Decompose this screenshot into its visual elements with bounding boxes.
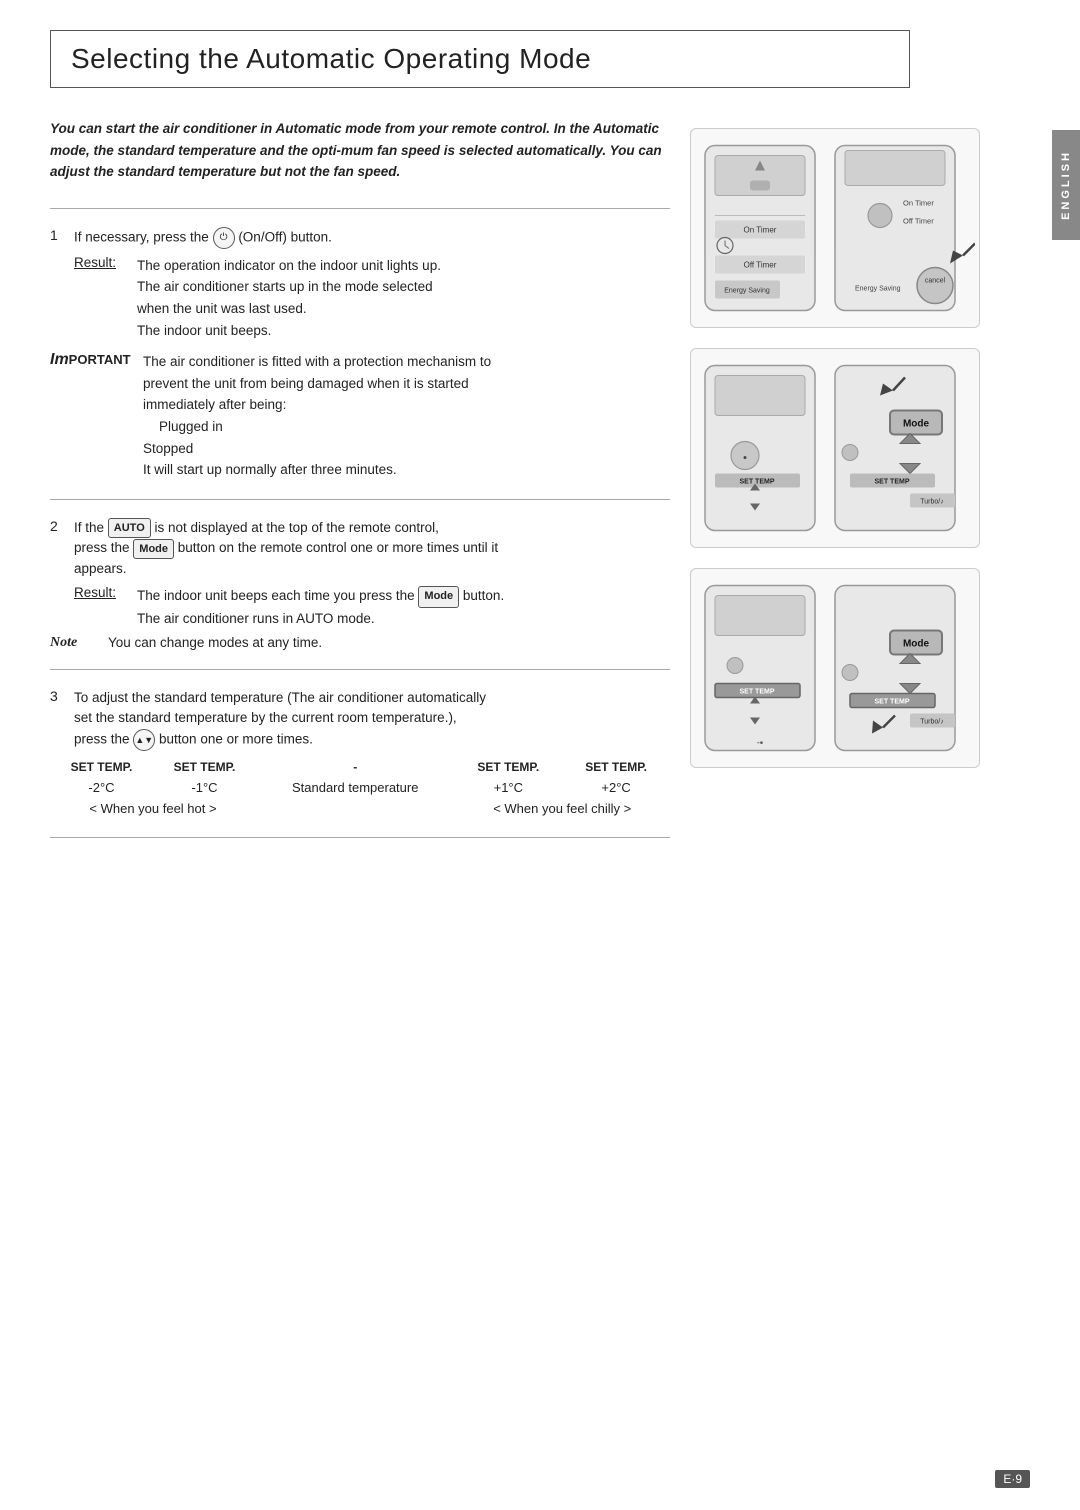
divider-3 [50,669,670,670]
temp-col-2-header: SET TEMP. [153,757,256,777]
auto-btn-inline: AUTO [108,518,151,539]
important-icon: ImPORTANT [50,351,135,369]
step-1-text: If necessary, press the ⏻ (On/Off) butto… [74,227,332,249]
temp-header-row: SET TEMP. SET TEMP. - SET TEMP. SET TEMP… [50,757,670,777]
step-2-number: 2 [50,518,66,534]
svg-text:SET TEMP: SET TEMP [739,689,774,696]
divider-2 [50,499,670,500]
right-column: On Timer Off Timer Energy Saving [690,118,1000,856]
step-1-section: 1 If necessary, press the ⏻ (On/Off) but… [50,227,670,341]
temp-table: SET TEMP. SET TEMP. - SET TEMP. SET TEMP… [50,757,670,819]
remote-2-svg: ● SET TEMP Mode [695,353,975,543]
mode-btn-inline-1: Mode [133,539,174,560]
step-1-number: 1 [50,227,66,243]
svg-text:SET TEMP: SET TEMP [874,479,909,486]
page-container: ENGLISH Selecting the Automatic Operatin… [0,0,1080,1510]
content-area: You can start the air conditioner in Aut… [50,118,1040,856]
step-1-result: Result: The operation indicator on the i… [74,255,670,341]
mode-btn-result: Mode [418,586,459,608]
page-number: E·9 [995,1470,1030,1488]
page-title: Selecting the Automatic Operating Mode [71,43,889,75]
note-text: You can change modes at any time. [108,635,322,650]
intro-paragraph: You can start the air conditioner in Aut… [50,118,670,183]
divider-1 [50,208,670,209]
title-box: Selecting the Automatic Operating Mode [50,30,910,88]
note-label: Note [50,635,100,651]
svg-text:Turbo/♪: Turbo/♪ [920,719,943,726]
svg-text:Off Timer: Off Timer [903,217,934,226]
divider-4 [50,837,670,838]
temp-val-1: -2°C [50,777,153,798]
step-2-row: 2 If the AUTO is not displayed at the to… [50,518,670,580]
svg-text:Energy Saving: Energy Saving [724,288,770,295]
svg-text:On Timer: On Timer [744,226,777,235]
note-block: Note You can change modes at any time. [50,635,670,651]
temp-feel-row: < When you feel hot > < When you feel ch… [50,798,670,819]
svg-text:Energy Saving: Energy Saving [855,286,901,293]
svg-text:Turbo/♪: Turbo/♪ [920,499,943,506]
temp-col-5-header: SET TEMP. [562,757,670,777]
svg-text:●: ● [743,455,747,462]
important-block: ImPORTANT The air conditioner is fitted … [50,351,670,481]
remote-3-svg: SET TEMP -▪ Mode [695,573,975,763]
result-label-2: Result: [74,585,129,629]
temp-col-1-header: SET TEMP. [50,757,153,777]
result-text-1: The operation indicator on the indoor un… [137,255,441,341]
feel-hot: < When you feel hot > [50,798,256,819]
set-temp-icon-inline: ▲▼ [133,729,155,751]
svg-text:Off Timer: Off Timer [744,261,777,270]
onoff-icon-inline: ⏻ [213,227,235,249]
result-text-2: The indoor unit beeps each time you pres… [137,585,504,629]
svg-text:Mode: Mode [903,419,930,430]
step-2-result: Result: The indoor unit beeps each time … [74,585,670,629]
svg-text:cancel: cancel [925,278,946,285]
temp-val-standard: Standard temperature [256,777,454,798]
remote-2-image: ● SET TEMP Mode [690,348,980,548]
step-3-text: To adjust the standard temperature (The … [74,688,486,751]
feel-chilly: < When you feel chilly > [454,798,670,819]
step-3-row: 3 To adjust the standard temperature (Th… [50,688,670,751]
step-1-row: 1 If necessary, press the ⏻ (On/Off) but… [50,227,670,249]
step-2-text: If the AUTO is not displayed at the top … [74,518,498,580]
step-3-section: 3 To adjust the standard temperature (Th… [50,688,670,819]
important-text: The air conditioner is fitted with a pro… [143,351,491,481]
svg-text:SET TEMP: SET TEMP [874,699,909,706]
step-2-section: 2 If the AUTO is not displayed at the to… [50,518,670,651]
svg-text:-▪: -▪ [757,738,763,748]
step-3-number: 3 [50,688,66,704]
temp-value-row: -2°C -1°C Standard temperature +1°C +2°C [50,777,670,798]
remote-1-image: On Timer Off Timer Energy Saving [690,128,980,328]
left-column: You can start the air conditioner in Aut… [50,118,670,856]
svg-text:Mode: Mode [903,639,930,650]
temp-val-2: -1°C [153,777,256,798]
language-tab-text: ENGLISH [1060,150,1072,220]
remote-3-image: SET TEMP -▪ Mode [690,568,980,768]
svg-text:On Timer: On Timer [903,199,934,208]
svg-text:SET TEMP: SET TEMP [739,479,774,486]
result-label-1: Result: [74,255,129,341]
temp-val-5: +2°C [562,777,670,798]
remote-1-svg: On Timer Off Timer Energy Saving [695,133,975,323]
temp-col-4-header: SET TEMP. [454,757,562,777]
temp-val-4: +1°C [454,777,562,798]
language-tab: ENGLISH [1052,130,1080,240]
temp-col-separator: - [256,757,454,777]
